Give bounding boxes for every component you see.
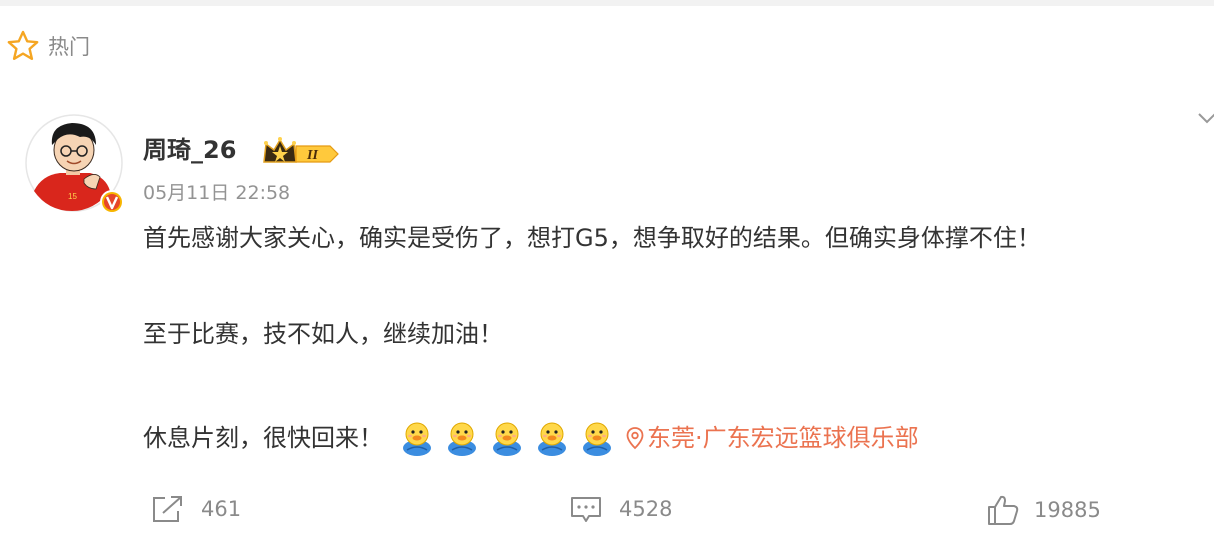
- post-text-line-2: 至于比赛，技不如人，继续加油！: [143, 320, 503, 348]
- vip-crown-badge-icon[interactable]: II: [262, 136, 340, 166]
- comment-icon: [571, 497, 601, 522]
- location-pin-icon: [626, 427, 644, 450]
- post-text-line-3: 休息片刻，很快回来！: [143, 424, 383, 452]
- author-name[interactable]: 周琦_26: [143, 134, 236, 166]
- comment-count: 4528: [619, 497, 673, 521]
- location-text: 东莞·广东宏远篮球俱乐部: [647, 424, 919, 452]
- duck-emoji-icon: [534, 420, 570, 456]
- repost-icon: [153, 496, 182, 522]
- top-divider: [0, 0, 1214, 6]
- location-link[interactable]: 东莞·广东宏远篮球俱乐部: [625, 422, 919, 454]
- duck-emoji-icon: [489, 420, 525, 456]
- chevron-down-icon[interactable]: [1198, 108, 1214, 128]
- post-text-line-3-row: 休息片刻，很快回来！ 东莞·广东宏远篮球俱乐部: [143, 420, 919, 456]
- duck-emoji-icon: [399, 420, 435, 456]
- svg-text:15: 15: [68, 192, 77, 201]
- section-label: 热门: [48, 35, 90, 59]
- thumbs-up-icon: [988, 495, 1019, 525]
- comment-button[interactable]: 4528: [569, 494, 672, 524]
- emoji-group: [399, 420, 615, 456]
- star-outline-icon: [6, 29, 40, 63]
- like-button[interactable]: 19885: [986, 494, 1101, 526]
- like-count: 19885: [1034, 498, 1101, 522]
- repost-button[interactable]: 461: [151, 494, 241, 524]
- section-header: 热门: [6, 30, 90, 62]
- post-text-line-1: 首先感谢大家关心，确实是受伤了，想打G5，想争取好的结果。但确实身体撑不住！: [143, 224, 1041, 252]
- weibo-post-page: 热门 15 周琦_26 II 05月11日 22:58 首先感谢大家关心，确实是…: [0, 0, 1214, 545]
- repost-count: 461: [201, 497, 242, 521]
- duck-emoji-icon: [579, 420, 615, 456]
- post-timestamp[interactable]: 05月11日 22:58: [143, 180, 290, 206]
- badge-level: II: [306, 148, 318, 163]
- duck-emoji-icon: [444, 420, 480, 456]
- avatar[interactable]: 15: [24, 113, 126, 215]
